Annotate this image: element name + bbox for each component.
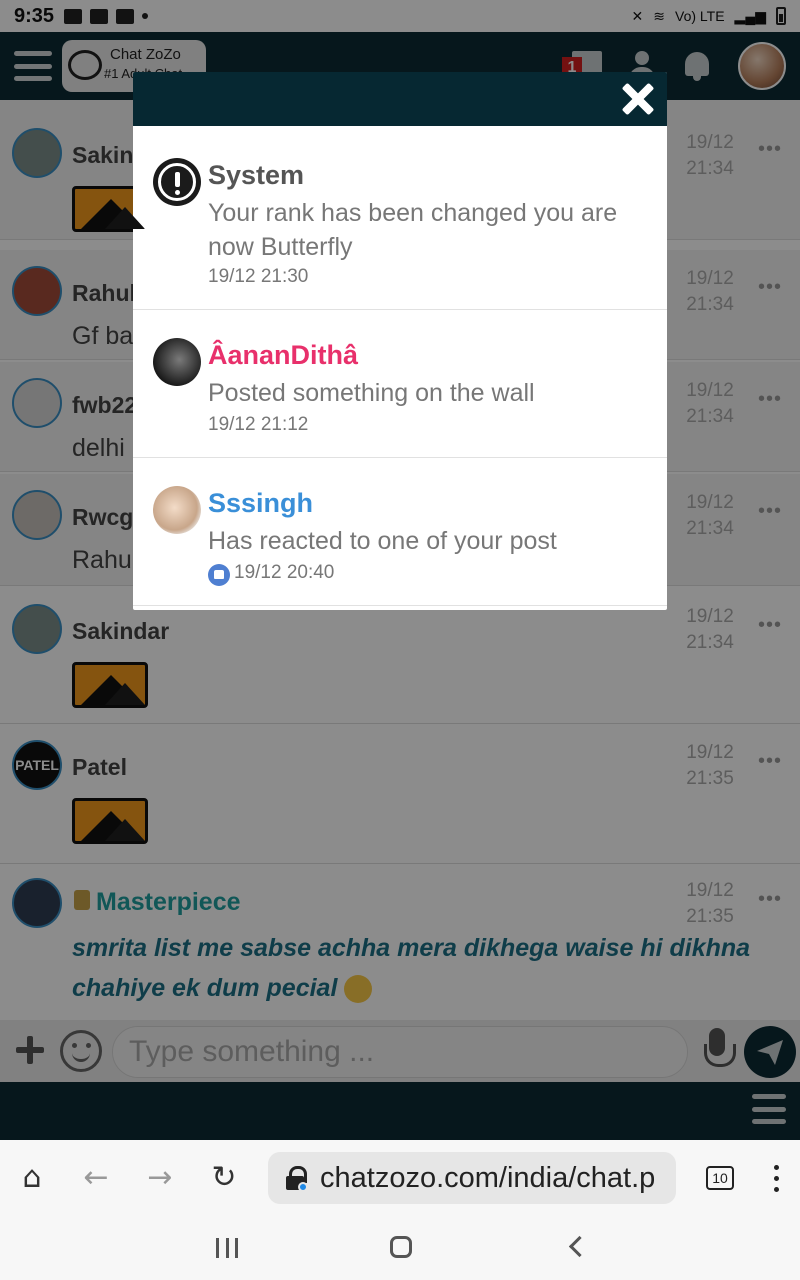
system-nav-bar [0, 1218, 800, 1280]
url-text: chatzozo.com/india/chat.p [320, 1162, 656, 1194]
avatar [153, 486, 201, 534]
lock-icon [284, 1166, 308, 1192]
address-bar[interactable]: chatzozo.com/india/chat.p [268, 1152, 676, 1204]
modal-header [133, 72, 667, 126]
more-options-icon[interactable] [766, 1162, 786, 1196]
recent-apps-icon[interactable] [216, 1238, 238, 1258]
back-button-icon[interactable] [566, 1234, 586, 1258]
like-icon [208, 564, 230, 586]
system-alert-icon [153, 158, 201, 206]
notification-time: 19/12 21:12 [208, 414, 309, 435]
notification-sender: System [208, 160, 305, 190]
back-arrow-icon[interactable]: ← [76, 1160, 116, 1196]
tabs-button[interactable]: 10 [706, 1166, 734, 1190]
notification-message: Has reacted to one of your post [208, 527, 557, 555]
notifications-modal: System Your rank has been changed you ar… [133, 72, 667, 610]
notification-time: 19/12 21:30 [208, 266, 309, 287]
notification-message: Posted something on the wall [208, 379, 535, 407]
notification-sender: ÂananDithâ [208, 340, 359, 370]
notification-time: 19/12 20:40 [234, 562, 335, 583]
notification-sender: Sssingh [208, 488, 314, 518]
forward-arrow-icon[interactable]: → [140, 1160, 180, 1196]
avatar [153, 338, 201, 386]
browser-toolbar: ⌂ ← → ↻ chatzozo.com/india/chat.p 10 [0, 1140, 800, 1218]
reload-icon[interactable]: ↻ [204, 1160, 244, 1196]
home-button-icon[interactable] [390, 1236, 412, 1258]
notification-item[interactable]: ÂananDithâ Posted something on the wall … [133, 310, 667, 458]
close-icon[interactable] [621, 82, 655, 116]
notification-item[interactable]: System Your rank has been changed you ar… [133, 130, 667, 310]
notification-item[interactable]: Sssingh Has reacted to one of your post … [133, 458, 667, 606]
notification-message: Your rank has been changed you are now B… [208, 199, 618, 261]
home-icon[interactable]: ⌂ [12, 1160, 52, 1196]
